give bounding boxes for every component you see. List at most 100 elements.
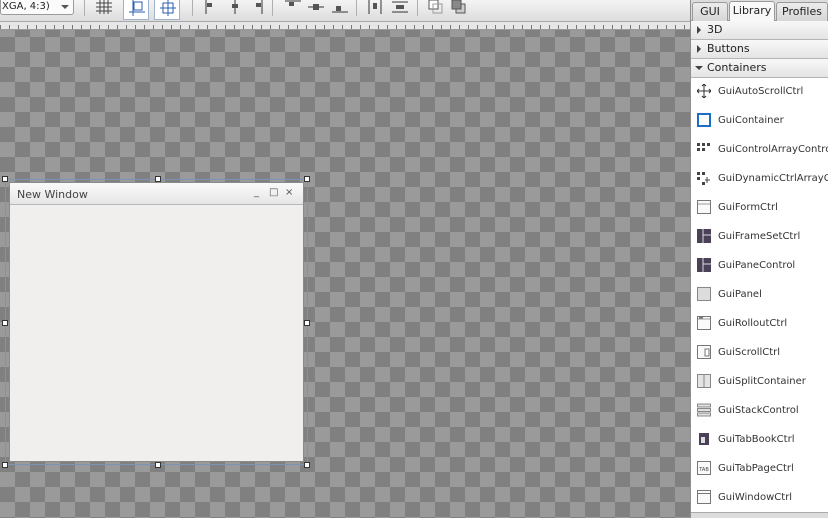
- tabbook-icon: [699, 433, 709, 445]
- maximize-icon[interactable]: □: [269, 188, 278, 198]
- item-label: GuiControlArrayControl: [718, 144, 828, 155]
- list-item[interactable]: GuiTabBookCtrl: [691, 426, 828, 455]
- list-item[interactable]: GuiContainer: [691, 107, 828, 136]
- container-box-icon: [697, 113, 711, 127]
- frameset-icon: [697, 229, 711, 243]
- list-item[interactable]: GuiPanel: [691, 281, 828, 310]
- item-label: GuiTabBookCtrl: [718, 434, 795, 445]
- resize-handle-left[interactable]: [2, 320, 8, 326]
- tab-library[interactable]: Library: [729, 1, 775, 22]
- snap-to-centers-icon: [160, 0, 176, 16]
- snap-to-edges-icon: [129, 0, 145, 16]
- list-item[interactable]: GuiDynamicCtrlArrayControl: [691, 165, 828, 194]
- tab-gui[interactable]: GUI: [692, 2, 728, 21]
- list-item[interactable]: GuiStackControl: [691, 397, 828, 426]
- control-list: GuiAutoScrollCtrl GuiContainer GuiContro…: [691, 78, 828, 518]
- item-label: GuiFrameSetCtrl: [718, 231, 801, 242]
- gui-canvas[interactable]: New Window _ □ ×: [0, 22, 690, 518]
- scroll-icon: [697, 345, 711, 359]
- resize-handle-right[interactable]: [304, 320, 310, 326]
- move-arrows-icon: [697, 84, 711, 98]
- list-item[interactable]: GuiWindowCtrl: [691, 484, 828, 513]
- split-icon: [697, 374, 711, 388]
- toolbar-separator: [192, 0, 193, 16]
- align-center-horizontal-icon[interactable]: [227, 0, 243, 14]
- resize-handle-bottom-right[interactable]: [304, 462, 310, 468]
- item-label: GuiAutoScrollCtrl: [718, 86, 804, 97]
- gui-window-control[interactable]: New Window _ □ ×: [9, 182, 304, 462]
- align-right-icon[interactable]: [250, 0, 266, 14]
- resize-handle-top[interactable]: [155, 176, 161, 182]
- category-label: Containers: [707, 61, 767, 74]
- item-label: GuiContainer: [718, 115, 784, 126]
- item-label: GuiPaneControl: [718, 260, 796, 271]
- grid-toggle-button[interactable]: [91, 0, 117, 20]
- list-item[interactable]: GuiControlArrayControl: [691, 136, 828, 165]
- align-left-icon[interactable]: [204, 0, 220, 14]
- resolution-dropdown[interactable]: XGA, 4:3): [0, 0, 74, 15]
- category-3d[interactable]: 3D: [691, 21, 828, 40]
- item-label: GuiSplitContainer: [718, 376, 806, 387]
- list-item[interactable]: GuiScrollCtrl: [691, 339, 828, 368]
- panel-tabs: GUI Library Profiles: [691, 0, 828, 22]
- chevron-down-icon: [695, 66, 703, 70]
- dynamic-grid-icon: [697, 172, 710, 185]
- align-bottom-icon[interactable]: [332, 0, 348, 14]
- toolbar-separator: [84, 0, 85, 16]
- minimize-icon[interactable]: _: [254, 188, 259, 198]
- tab-profiles[interactable]: Profiles: [776, 2, 828, 21]
- form-icon: [697, 200, 711, 214]
- snap-to-edges-button[interactable]: [123, 0, 149, 20]
- window-titlebar[interactable]: New Window _ □ ×: [10, 183, 303, 205]
- chevron-right-icon: [697, 45, 701, 53]
- align-center-vertical-icon[interactable]: [308, 0, 324, 14]
- resolution-value: XGA, 4:3): [2, 1, 50, 12]
- item-label: GuiDynamicCtrlArrayControl: [718, 173, 828, 184]
- category-buttons[interactable]: Buttons: [691, 40, 828, 59]
- list-item[interactable]: GuiSplitContainer: [691, 368, 828, 397]
- resize-handle-bottom-left[interactable]: [2, 462, 8, 468]
- panel-scrollbar-edge: [691, 512, 828, 518]
- distribute-vertical-icon[interactable]: [392, 0, 408, 14]
- editor-toolbar: XGA, 4:3): [0, 0, 690, 22]
- toolbar-separator: [417, 0, 418, 16]
- category-label: Buttons: [707, 42, 750, 55]
- list-item[interactable]: GuiFormCtrl: [691, 194, 828, 223]
- snap-to-centers-button[interactable]: [154, 0, 180, 20]
- chevron-right-icon: [697, 26, 701, 34]
- window-title: New Window: [17, 188, 88, 201]
- resize-handle-top-right[interactable]: [304, 176, 310, 182]
- list-item[interactable]: TAB GuiTabPageCtrl: [691, 455, 828, 484]
- close-icon[interactable]: ×: [285, 188, 293, 198]
- list-item[interactable]: GuiAutoScrollCtrl: [691, 78, 828, 107]
- grid-icon: [96, 0, 112, 14]
- tab-badge: TAB: [698, 467, 709, 473]
- resize-handle-top-left[interactable]: [2, 176, 8, 182]
- list-item[interactable]: GuiFrameSetCtrl: [691, 223, 828, 252]
- list-item[interactable]: GuiPaneControl: [691, 252, 828, 281]
- bring-to-front-icon[interactable]: [428, 0, 444, 14]
- horizontal-ruler: [0, 22, 690, 30]
- resize-handle-bottom[interactable]: [155, 462, 161, 468]
- list-item[interactable]: GuiRolloutCtrl: [691, 310, 828, 339]
- send-to-back-icon[interactable]: [451, 0, 467, 14]
- window-icon: [697, 490, 711, 504]
- distribute-horizontal-icon[interactable]: [367, 0, 383, 14]
- tabpage-icon: TAB: [697, 461, 711, 475]
- stack-icon: [697, 403, 711, 417]
- item-label: GuiFormCtrl: [718, 202, 778, 213]
- category-label: 3D: [707, 23, 723, 36]
- rollout-icon: [697, 316, 711, 330]
- chevron-down-icon: [61, 5, 69, 9]
- toolbar-separator: [356, 0, 357, 16]
- item-label: GuiScrollCtrl: [718, 347, 781, 358]
- pane-icon: [697, 258, 711, 272]
- toolbar-separator: [272, 0, 273, 16]
- item-label: GuiRolloutCtrl: [718, 318, 788, 329]
- category-containers[interactable]: Containers: [691, 59, 828, 78]
- panel-icon: [697, 287, 711, 301]
- library-panel: GUI Library Profiles 3D Buttons Containe…: [690, 0, 828, 518]
- item-label: GuiWindowCtrl: [718, 492, 793, 503]
- item-label: GuiPanel: [718, 289, 762, 300]
- align-top-icon[interactable]: [285, 0, 301, 14]
